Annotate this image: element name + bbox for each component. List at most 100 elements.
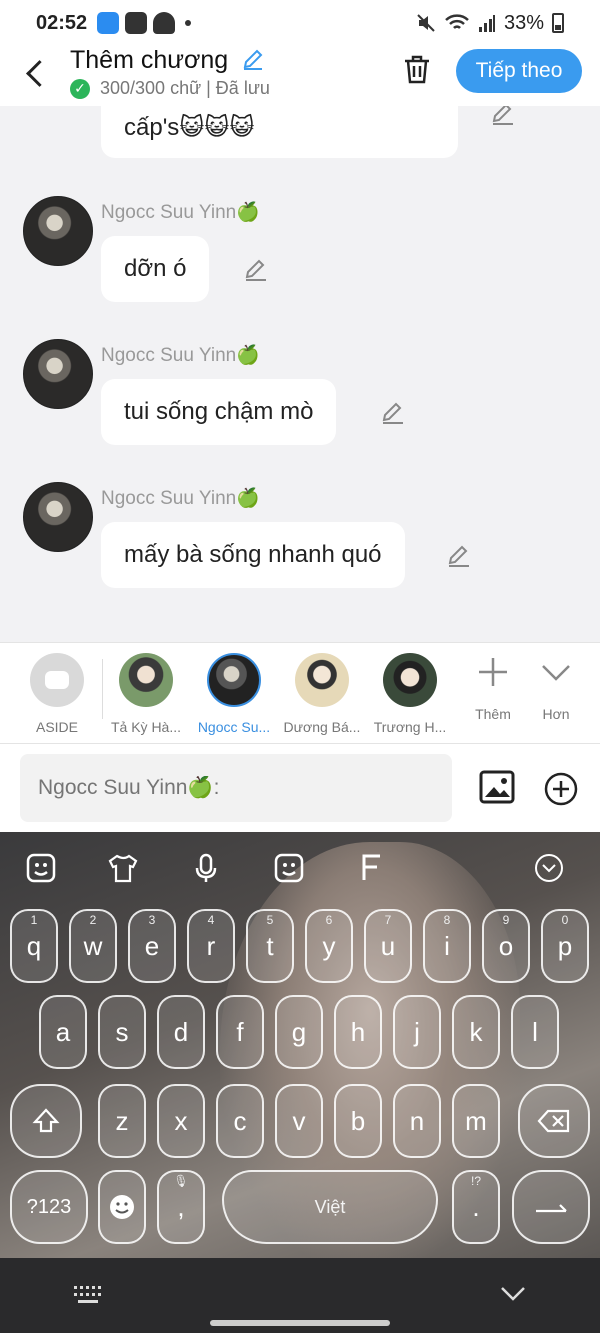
character-item-active[interactable]: Ngocc Su... — [190, 653, 278, 735]
aside-icon — [30, 653, 84, 707]
key-s[interactable]: s — [98, 995, 146, 1069]
key-f[interactable]: f — [216, 995, 264, 1069]
save-status: ✓ 300/300 chữ | Đã lưu — [70, 78, 270, 99]
back-button[interactable] — [20, 52, 50, 92]
message-bubble[interactable]: tui sống chậm mò — [101, 379, 337, 445]
page-title-text: Thêm chương — [70, 46, 229, 74]
emoji-icon[interactable] — [273, 852, 305, 884]
microphone-icon[interactable] — [190, 852, 222, 884]
key-q[interactable]: 1q — [10, 909, 58, 983]
next-button[interactable]: Tiếp theo — [456, 49, 582, 93]
key-d[interactable]: d — [157, 995, 205, 1069]
message-input[interactable] — [20, 754, 452, 822]
page-title: Thêm chương — [70, 46, 265, 75]
key-o[interactable]: 9o — [482, 909, 530, 983]
key-r[interactable]: 4r — [187, 909, 235, 983]
period-key[interactable]: !?. — [452, 1170, 500, 1244]
key-t[interactable]: 5t — [246, 909, 294, 983]
key-b[interactable]: b — [334, 1084, 382, 1158]
plus-icon — [479, 658, 507, 686]
key-w[interactable]: 2w — [69, 909, 117, 983]
battery-percent: 33% — [503, 11, 544, 34]
avatar[interactable] — [23, 196, 93, 266]
wifi-icon — [445, 14, 469, 29]
character-avatar — [295, 653, 349, 707]
key-l[interactable]: l — [511, 995, 559, 1069]
key-y[interactable]: 6y — [305, 909, 353, 983]
navigation-bar — [0, 1258, 600, 1333]
keyboard: 1q 2w 3e 4r 5t 6y 7u 8i 9o 0p a s d f g … — [0, 832, 600, 1258]
backspace-key[interactable] — [518, 1084, 590, 1158]
home-indicator[interactable] — [210, 1320, 390, 1326]
key-c[interactable]: c — [216, 1084, 264, 1158]
status-time: 02:52 — [36, 11, 88, 34]
key-u[interactable]: 7u — [364, 909, 412, 983]
chevron-down-icon — [542, 665, 570, 681]
word-count-status: 300/300 chữ | Đã lưu — [100, 78, 270, 98]
image-icon[interactable] — [479, 770, 515, 804]
symbols-key[interactable]: ?123 — [10, 1170, 88, 1244]
key-h[interactable]: h — [334, 995, 382, 1069]
key-i[interactable]: 8i — [423, 909, 471, 983]
shift-icon — [32, 1108, 60, 1133]
avatar[interactable] — [23, 339, 93, 409]
edit-message-icon[interactable] — [490, 106, 516, 126]
mute-icon — [417, 14, 435, 32]
character-item[interactable]: Tả Kỳ Hà... — [102, 653, 190, 735]
keyboard-switch-icon[interactable] — [72, 1284, 104, 1306]
key-g[interactable]: g — [275, 995, 323, 1069]
key-p[interactable]: 0p — [541, 909, 589, 983]
hide-keyboard-icon[interactable] — [500, 1280, 526, 1306]
key-j[interactable]: j — [393, 995, 441, 1069]
app-header: Thêm chương ✓ 300/300 chữ | Đã lưu Tiếp … — [0, 46, 600, 106]
character-avatar — [207, 653, 261, 707]
character-item[interactable]: Dương Bá... — [278, 653, 366, 735]
add-icon[interactable] — [544, 772, 578, 806]
key-v[interactable]: v — [275, 1084, 323, 1158]
status-bar: 02:52 33% — [0, 0, 600, 46]
more-characters-label: Hơn — [542, 706, 570, 722]
edit-title-icon[interactable] — [241, 47, 265, 71]
theme-icon[interactable] — [107, 852, 139, 884]
message-bubble[interactable]: dỡn ó — [101, 236, 210, 302]
message-bubble[interactable]: cấp's😺😺😺 — [101, 106, 458, 158]
edit-message-icon[interactable] — [446, 542, 472, 568]
add-character-button[interactable]: Thêm — [463, 655, 523, 722]
key-n[interactable]: n — [393, 1084, 441, 1158]
add-character-label: Thêm — [475, 706, 511, 722]
key-x[interactable]: x — [157, 1084, 205, 1158]
key-m[interactable]: m — [452, 1084, 500, 1158]
key-e[interactable]: 3e — [128, 909, 176, 983]
chat-area: cấp's😺😺😺 Ngocc Suu Yinn🍏 dỡn ó Ngocc Suu… — [0, 106, 600, 642]
sticker-icon[interactable] — [25, 852, 57, 884]
signal-icon — [478, 15, 495, 32]
edit-message-icon[interactable] — [380, 399, 406, 425]
edit-message-icon[interactable] — [243, 256, 269, 282]
battery-icon — [552, 13, 564, 33]
message-author: Ngocc Suu Yinn🍏 — [101, 488, 260, 509]
key-z[interactable]: z — [98, 1084, 146, 1158]
character-label: Tả Kỳ Hà... — [110, 719, 182, 735]
message-text: dỡn ó — [124, 255, 187, 282]
keyboard-toolbar — [0, 832, 600, 902]
shift-key[interactable] — [10, 1084, 82, 1158]
avatar[interactable] — [23, 482, 93, 552]
space-key[interactable]: Việt — [222, 1170, 438, 1244]
message-author: Ngocc Suu Yinn🍏 — [101, 345, 260, 366]
message-author: Ngocc Suu Yinn🍏 — [101, 202, 260, 223]
collapse-toolbar-icon[interactable] — [533, 852, 565, 884]
emoji-key[interactable] — [98, 1170, 146, 1244]
character-aside[interactable]: ASIDE — [13, 653, 101, 735]
character-label: Dương Bá... — [283, 719, 361, 735]
font-icon[interactable] — [355, 852, 387, 884]
trash-icon[interactable] — [400, 52, 434, 86]
character-item[interactable]: Trương H... — [366, 653, 454, 735]
comma-key[interactable]: 🎙, — [157, 1170, 205, 1244]
snapchat-icon — [153, 12, 176, 34]
message-bubble[interactable]: mấy bà sống nhanh quó — [101, 522, 405, 588]
character-selector: ASIDE Tả Kỳ Hà... Ngocc Su... Dương Bá..… — [0, 642, 600, 744]
key-a[interactable]: a — [39, 995, 87, 1069]
enter-key[interactable] — [512, 1170, 590, 1244]
more-characters-button[interactable]: Hơn — [526, 655, 586, 722]
key-k[interactable]: k — [452, 995, 500, 1069]
